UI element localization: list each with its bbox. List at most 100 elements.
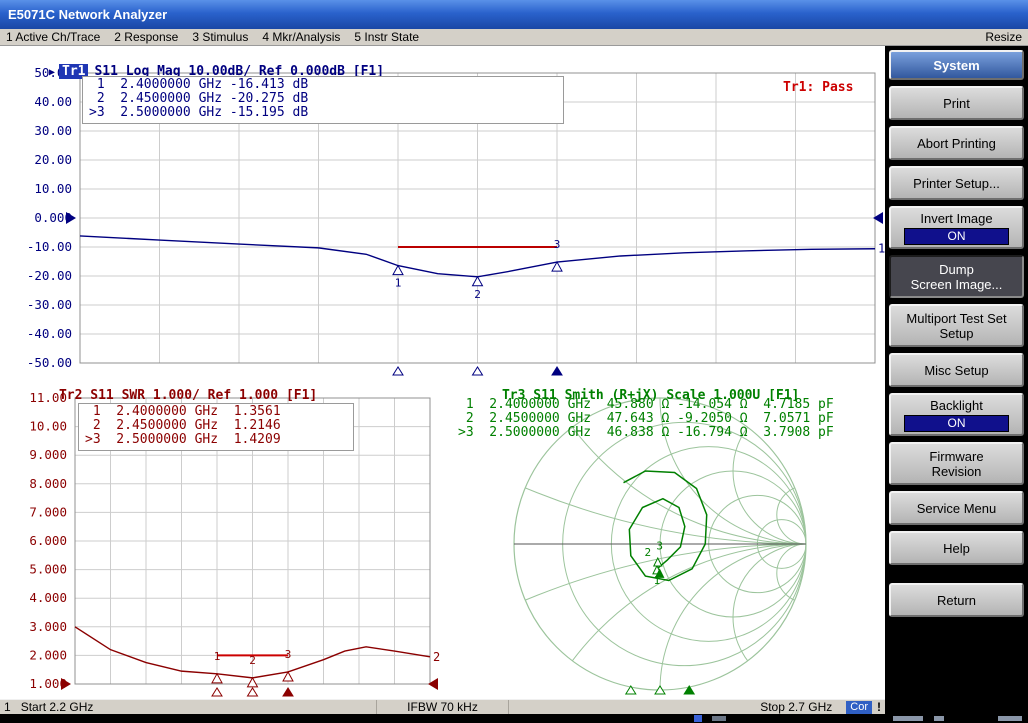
softkey-backlight[interactable]: Backlight ON (889, 393, 1024, 436)
softkey-menu: System Print Abort Printing Printer Setup..… (885, 46, 1028, 714)
softkey-service-menu[interactable]: Service Menu (889, 491, 1024, 525)
softkey-label: Print (943, 96, 970, 111)
softkey-label: Setup (940, 326, 974, 341)
trace-number: 2 (433, 650, 440, 664)
marker-number: 1 (395, 277, 402, 290)
status-left: 1 Start 2.2 GHz (0, 700, 377, 714)
menu-item[interactable]: 3 Stimulus (192, 30, 248, 44)
alert-indicator: ! (877, 700, 881, 714)
softkey-label: Misc Setup (924, 363, 988, 378)
y-axis-tick: -50.00 (27, 355, 72, 370)
window-title: E5071C Network Analyzer (8, 7, 167, 22)
softkey-label: System (933, 58, 979, 73)
stimulus-marker-2 (248, 688, 258, 696)
y-axis-tick: 7.000 (29, 504, 67, 519)
y-axis-tick: 10.00 (29, 419, 67, 434)
taskbar-tray-fragment (893, 716, 923, 721)
marker-number: 2 (474, 288, 481, 301)
menu-item[interactable]: 2 Response (114, 30, 178, 44)
tr2-marker-table: 1 2.4000000 GHz 1.3561 2 2.4500000 GHz 1… (78, 403, 354, 451)
softkey-label: Service Menu (917, 501, 996, 516)
softkey-label: Firmware (929, 449, 983, 464)
tr2-measurement-label: S11 SWR 1.000/ Ref 1.000 [F1] (90, 388, 317, 403)
softkey-label: Return (937, 593, 976, 608)
softkey-label: Abort Printing (917, 136, 996, 151)
menu-item[interactable]: 4 Mkr/Analysis (262, 30, 340, 44)
menu-bar-items: 1 Active Ch/Trace 2 Response 3 Stimulus 4 M… (6, 30, 419, 44)
marker-2[interactable] (473, 277, 483, 286)
softkey-print[interactable]: Print (889, 86, 1024, 120)
marker-number: 3 (285, 648, 292, 661)
y-axis-tick: 30.00 (34, 123, 72, 138)
trace (624, 471, 707, 581)
y-axis-tick: 20.00 (34, 152, 72, 167)
softkey-label: Invert Image (920, 211, 992, 226)
menu-bar: 1 Active Ch/Trace 2 Response 3 Stimulus 4 M… (0, 29, 1028, 46)
y-axis-tick: 3.000 (29, 619, 67, 634)
softkey-label: Revision (932, 464, 982, 479)
y-axis-tick: 10.00 (34, 181, 72, 196)
softkey-help[interactable]: Help (889, 531, 1024, 565)
menu-resize[interactable]: Resize (985, 30, 1022, 44)
y-axis-tick: -30.00 (27, 297, 72, 312)
softkey-label: Dump (939, 262, 974, 277)
ifbw-indicator: IFBW 70 kHz (377, 700, 509, 714)
active-trace-arrow-icon: ▶ (49, 67, 55, 78)
y-axis-tick: 6.000 (29, 533, 67, 548)
tr1-marker-table: 1 2.4000000 GHz -16.413 dB 2 2.4500000 G… (82, 76, 564, 124)
menu-item[interactable]: 1 Active Ch/Trace (6, 30, 100, 44)
softkey-invert-image[interactable]: Invert Image ON (889, 206, 1024, 249)
tr3-marker-table: 1 2.4000000 GHz 45.880 Ω -14.054 Ω 4.718… (458, 398, 834, 440)
marker-2[interactable] (248, 678, 258, 687)
softkey-printer-setup[interactable]: Printer Setup... (889, 166, 1024, 200)
marker-number: 2 (249, 654, 256, 667)
y-axis-tick: 40.00 (34, 94, 72, 109)
taskbar-icon-fragment (712, 716, 726, 721)
y-axis-tick: -20.00 (27, 268, 72, 283)
y-axis-tick: 5.000 (29, 562, 67, 577)
stimulus-marker-1 (212, 688, 222, 696)
title-bar[interactable]: E5071C Network Analyzer (0, 0, 1028, 29)
softkey-multiport-test-set-setup[interactable]: Multiport Test SetSetup (889, 304, 1024, 347)
softkey-label: Printer Setup... (913, 176, 1000, 191)
marker-number: 2 (644, 546, 651, 559)
marker-2[interactable] (654, 558, 662, 566)
stimulus-marker-3 (283, 688, 293, 696)
correction-badge: Cor (846, 701, 872, 714)
marker-number: 3 (554, 238, 561, 251)
softkey-misc-setup[interactable]: Misc Setup (889, 353, 1024, 387)
taskbar-tray-fragment (934, 716, 944, 721)
softkey-label: Screen Image... (911, 277, 1003, 292)
marker-3[interactable] (283, 672, 293, 681)
channel-indicator: 1 (4, 700, 11, 714)
trace-number: 1 (878, 242, 885, 256)
softkey-return[interactable]: Return (889, 583, 1024, 617)
softkey-system[interactable]: System (889, 50, 1024, 80)
taskbar-icon-fragment (694, 715, 702, 722)
softkey-label: Help (943, 541, 970, 556)
softkey-abort-printing[interactable]: Abort Printing (889, 126, 1024, 160)
tr1-limit-status: Tr1: Pass (783, 80, 853, 95)
marker-1[interactable] (212, 674, 222, 683)
softkey-dump-screen-image[interactable]: DumpScreen Image... (889, 255, 1024, 298)
stop-frequency: Stop 2.7 GHz (760, 700, 832, 714)
marker-number: 3 (656, 539, 663, 552)
taskbar-sliver (0, 714, 1028, 723)
status-bar: 1 Start 2.2 GHz IFBW 70 kHz Stop 2.7 GHz… (0, 699, 885, 714)
instrument-screen: E5071C Network Analyzer 1 Active Ch/Trac… (0, 0, 1028, 723)
softkey-value: ON (904, 415, 1008, 432)
y-axis-tick: 9.000 (29, 447, 67, 462)
marker-number: 1 (214, 650, 221, 663)
softkey-label: Backlight (930, 398, 983, 413)
softkey-label: Multiport Test Set (906, 311, 1006, 326)
y-axis-tick: 8.000 (29, 476, 67, 491)
start-frequency: Start 2.2 GHz (21, 700, 94, 714)
y-axis-tick: 4.000 (29, 590, 67, 605)
status-right: Stop 2.7 GHz Cor ! (509, 700, 885, 714)
stimulus-marker-1 (393, 367, 403, 375)
y-axis-tick: -10.00 (27, 239, 72, 254)
softkey-value: ON (904, 228, 1008, 245)
y-axis-tick: 2.000 (29, 647, 67, 662)
menu-item[interactable]: 5 Instr State (354, 30, 419, 44)
softkey-firmware-revision[interactable]: FirmwareRevision (889, 442, 1024, 485)
